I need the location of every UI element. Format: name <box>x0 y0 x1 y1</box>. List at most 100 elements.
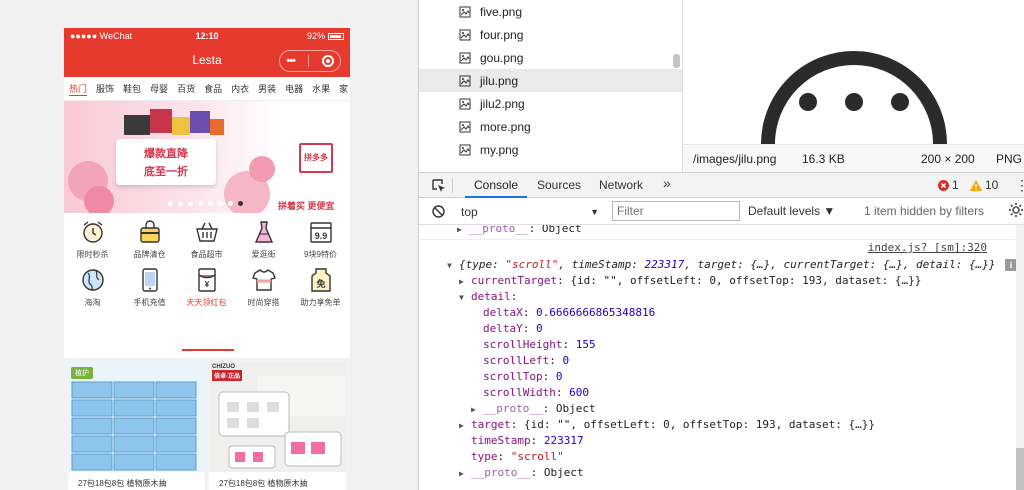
banner-pagination-dots <box>168 201 243 206</box>
collapse-triangle-icon[interactable]: ▼ <box>459 290 471 306</box>
free-tag-text: 免 <box>316 278 325 290</box>
file-item[interactable]: more.png <box>419 115 682 138</box>
console-line[interactable]: ▶ currentTarget: {id: "", offsetLeft: 0, … <box>459 273 921 289</box>
phone-icon <box>141 268 158 292</box>
console-line[interactable]: ▶ __proto__: Object <box>471 401 596 417</box>
category-tab[interactable]: 服饰 <box>96 82 114 95</box>
console-log-entry[interactable]: ▼ {type: "scroll", timeStamp: 223317, tar… <box>447 257 995 273</box>
tab-overflow-button[interactable]: » <box>663 175 671 191</box>
bag-icon <box>139 220 160 243</box>
feature-daily-red-envelope[interactable]: ¥ 天天领红包 <box>178 267 235 315</box>
product-name: 27包18包8包 植物原木抽 <box>219 479 308 488</box>
category-tab[interactable]: 母婴 <box>150 82 168 95</box>
category-tab[interactable]: 男装 <box>258 82 276 95</box>
banner-dot[interactable] <box>168 201 173 206</box>
feature-fashion-outfit[interactable]: 时尚穿搭 <box>235 267 292 315</box>
close-target-icon[interactable] <box>321 55 334 67</box>
console-line[interactable]: ▼ detail: <box>459 289 517 305</box>
feature-overseas[interactable]: 海淘 <box>64 267 121 315</box>
expand-triangle-icon[interactable]: ▶ <box>459 274 471 290</box>
console-line[interactable]: ▶ target: {id: "", offsetLeft: 0, offsetT… <box>459 417 875 433</box>
feature-food-market[interactable]: 食品超市 <box>178 219 235 267</box>
banner-dot[interactable] <box>218 201 223 206</box>
devtools-menu-icon[interactable]: ⋮ <box>1015 178 1024 192</box>
category-tab[interactable]: 百货 <box>177 82 195 95</box>
feature-icon-grid: 限时秒杀 品牌清仓 食品超市 爱逛街 9.9 9块9特价 海淘 手机充值 ¥ 天… <box>64 213 350 315</box>
feature-brand-clearance[interactable]: 品牌清仓 <box>121 219 178 267</box>
image-file-icon <box>459 52 471 63</box>
collapse-triangle-icon[interactable]: ▼ <box>447 258 459 274</box>
file-item[interactable]: five.png <box>419 0 682 23</box>
feature-label: 爱逛街 <box>251 250 276 259</box>
category-tab[interactable]: 家 <box>339 82 348 95</box>
feature-9-9-special[interactable]: 9.9 9块9特价 <box>292 219 349 267</box>
feature-label: 海淘 <box>84 298 101 307</box>
tab-sources[interactable]: Sources <box>537 178 581 192</box>
gear-icon[interactable] <box>1008 202 1024 218</box>
banner-dot[interactable] <box>208 201 213 206</box>
category-tab[interactable]: 水果 <box>312 82 330 95</box>
feature-label: 食品超市 <box>190 250 223 259</box>
feature-shopping-stroll[interactable]: 爱逛街 <box>235 219 292 267</box>
preview-dimensions: 200 × 200 <box>921 152 975 166</box>
error-counter[interactable]: 1 <box>938 178 959 192</box>
expand-triangle-icon[interactable]: ▶ <box>457 225 469 238</box>
tab-network[interactable]: Network <box>599 178 643 192</box>
product-card[interactable]: 植护 27包18包8包 植物原木抽 <box>68 362 205 490</box>
feature-phone-topup[interactable]: 手机充值 <box>121 267 178 315</box>
console-scrollbar-thumb[interactable] <box>1016 448 1024 490</box>
warning-icon <box>970 179 982 191</box>
log-levels-dropdown[interactable]: Default levels ▼ <box>748 204 835 218</box>
file-name: jilu2.png <box>480 96 525 111</box>
file-name: gou.png <box>480 50 524 65</box>
promo-banner[interactable]: 爆款直降 底至一折 拼多多 拼着买 更便宜 <box>64 101 350 213</box>
banner-dot-active[interactable] <box>238 201 243 206</box>
product-card[interactable]: CHIZUO 倍卓·正品 27包18包8包 植物原木抽 <box>209 362 346 490</box>
category-tab[interactable]: 鞋包 <box>123 82 141 95</box>
file-list-scrollbar[interactable] <box>673 54 680 68</box>
image-file-icon <box>459 75 471 86</box>
file-item-selected[interactable]: jilu.png <box>419 69 682 92</box>
alarm-clock-icon <box>82 221 103 243</box>
image-preview-pane: /images/jilu.png 16.3 KB 200 × 200 PNG <box>683 0 1024 172</box>
category-tab-hot[interactable]: 热门 <box>69 82 88 96</box>
feature-label: 品牌清仓 <box>133 250 166 259</box>
warning-counter[interactable]: 10 <box>970 178 998 192</box>
file-item[interactable]: jilu2.png <box>419 92 682 115</box>
pinduoduo-logo: 拼多多 <box>299 143 333 173</box>
banner-headline: 爆款直降 <box>144 148 188 160</box>
console-filter-input[interactable] <box>612 201 740 221</box>
banner-dot[interactable] <box>188 201 193 206</box>
status-bar: ●●●●● WeChat 12:10 92% <box>64 28 350 45</box>
tab-console[interactable]: Console <box>474 178 518 192</box>
calendar-99-icon: 9.9 <box>309 222 332 243</box>
banner-product-image <box>124 115 150 135</box>
feature-flash-sale[interactable]: 限时秒杀 <box>64 219 121 267</box>
red-envelope-icon: ¥ <box>197 268 216 292</box>
more-menu-button[interactable]: ••• <box>286 55 296 67</box>
console-line: scrollWidth: 600 <box>483 386 589 399</box>
feature-free-order[interactable]: 免 助力享免单 <box>292 267 349 315</box>
category-tab[interactable]: 食品 <box>204 82 222 95</box>
product-brand-tag: 植护 <box>71 367 93 379</box>
banner-dot[interactable] <box>178 201 183 206</box>
console-line[interactable]: ▶ __proto__: Object <box>459 465 584 481</box>
expand-triangle-icon[interactable]: ▶ <box>471 402 483 418</box>
banner-dot[interactable] <box>228 201 233 206</box>
clear-console-icon[interactable] <box>432 205 445 218</box>
source-link[interactable]: index.js? [sm]:320 <box>868 241 987 254</box>
expand-triangle-icon[interactable]: ▶ <box>459 466 471 482</box>
file-item[interactable]: my.png <box>419 138 682 161</box>
expand-triangle-icon[interactable]: ▶ <box>459 418 471 434</box>
console-line[interactable]: ▶ __proto__: Object <box>457 225 582 237</box>
file-item[interactable]: four.png <box>419 23 682 46</box>
file-item[interactable]: gou.png <box>419 46 682 69</box>
category-tab[interactable]: 内衣 <box>231 82 249 95</box>
category-tab[interactable]: 电器 <box>285 82 303 95</box>
inspect-element-icon[interactable] <box>431 178 446 193</box>
banner-promo-card: 爆款直降 底至一折 <box>116 139 216 185</box>
error-icon <box>938 179 949 191</box>
banner-dot[interactable] <box>198 201 203 206</box>
context-selector[interactable]: top ▼ <box>457 202 603 221</box>
feature-label: 时尚穿搭 <box>247 298 280 307</box>
